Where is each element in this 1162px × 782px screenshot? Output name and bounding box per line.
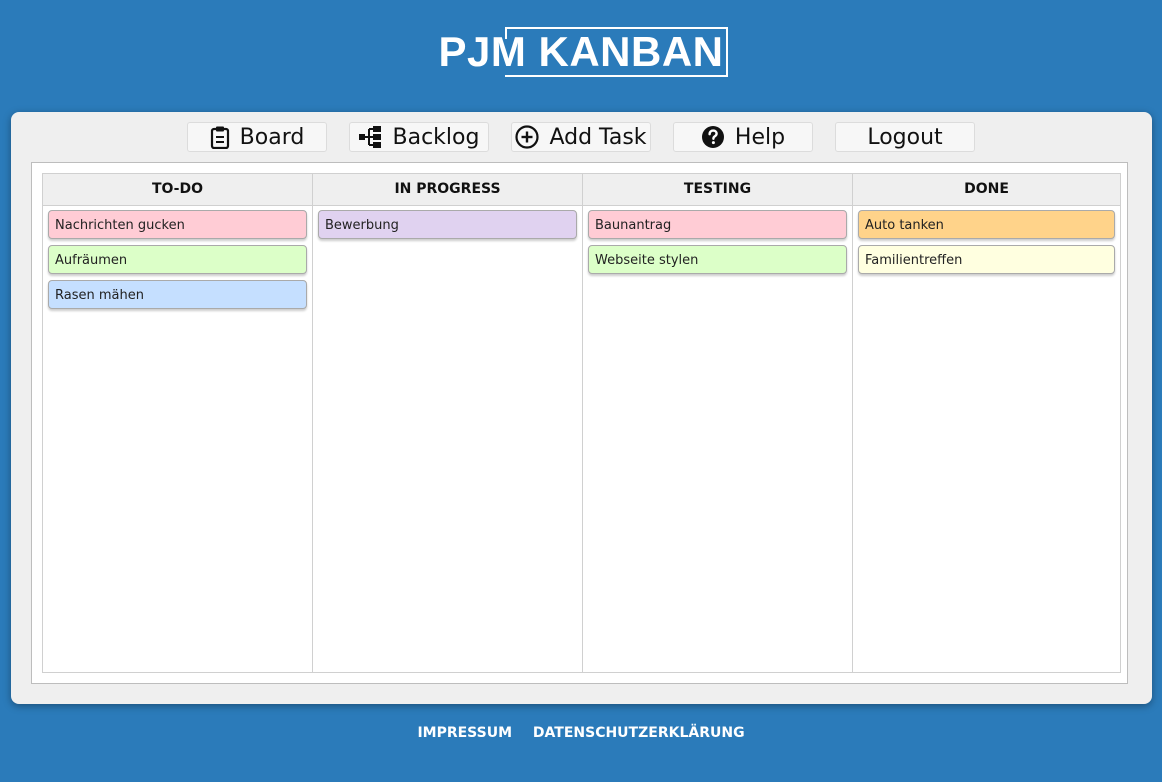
question-circle-icon	[701, 125, 725, 149]
footer: IMPRESSUM DATENSCHUTZERKLÄRUNG	[0, 725, 1162, 741]
add-task-label: Add Task	[549, 124, 647, 150]
help-label: Help	[734, 124, 786, 150]
main-nav: Board Backlog Add Task Help Logout	[11, 122, 1152, 154]
column-title: DONE	[853, 174, 1120, 206]
column-todo: TO-DO Nachrichten gucken Aufräumen Rasen…	[43, 174, 313, 672]
board-button[interactable]: Board	[187, 122, 327, 152]
app-logo: PJM KANBAN	[0, 27, 1162, 79]
task-card[interactable]: Aufräumen	[48, 245, 307, 274]
board-label: Board	[239, 124, 305, 150]
board-columns: TO-DO Nachrichten gucken Aufräumen Rasen…	[42, 173, 1121, 673]
column-title: IN PROGRESS	[313, 174, 582, 206]
task-card[interactable]: Bewerbung	[318, 210, 577, 239]
card-list: Nachrichten gucken Aufräumen Rasen mähen	[43, 206, 312, 309]
clipboard-icon	[210, 125, 230, 149]
backlog-label: Backlog	[392, 124, 480, 150]
card-list: Bewerbung	[313, 206, 582, 239]
help-button[interactable]: Help	[673, 122, 813, 152]
task-card[interactable]: Nachrichten gucken	[48, 210, 307, 239]
column-title: TESTING	[583, 174, 852, 206]
card-list: Auto tanken Familientreffen	[853, 206, 1120, 274]
hierarchy-icon	[358, 126, 383, 148]
column-testing: TESTING Baunantrag Webseite stylen	[583, 174, 853, 672]
add-task-button[interactable]: Add Task	[511, 122, 651, 152]
task-card[interactable]: Auto tanken	[858, 210, 1115, 239]
task-card[interactable]: Familientreffen	[858, 245, 1115, 274]
main-panel: Board Backlog Add Task Help Logout TO-DO…	[11, 112, 1152, 704]
task-card[interactable]: Rasen mähen	[48, 280, 307, 309]
task-card[interactable]: Baunantrag	[588, 210, 847, 239]
impressum-link[interactable]: IMPRESSUM	[417, 725, 512, 741]
kanban-board: TO-DO Nachrichten gucken Aufräumen Rasen…	[31, 162, 1128, 684]
logo-frame	[504, 27, 728, 77]
backlog-button[interactable]: Backlog	[349, 122, 489, 152]
column-title: TO-DO	[43, 174, 312, 206]
logout-label: Logout	[867, 124, 943, 150]
card-list: Baunantrag Webseite stylen	[583, 206, 852, 274]
datenschutz-link[interactable]: DATENSCHUTZERKLÄRUNG	[533, 725, 745, 741]
column-done: DONE Auto tanken Familientreffen	[853, 174, 1120, 672]
column-in-progress: IN PROGRESS Bewerbung	[313, 174, 583, 672]
logout-button[interactable]: Logout	[835, 122, 975, 152]
task-card[interactable]: Webseite stylen	[588, 245, 847, 274]
plus-circle-icon	[515, 125, 540, 149]
